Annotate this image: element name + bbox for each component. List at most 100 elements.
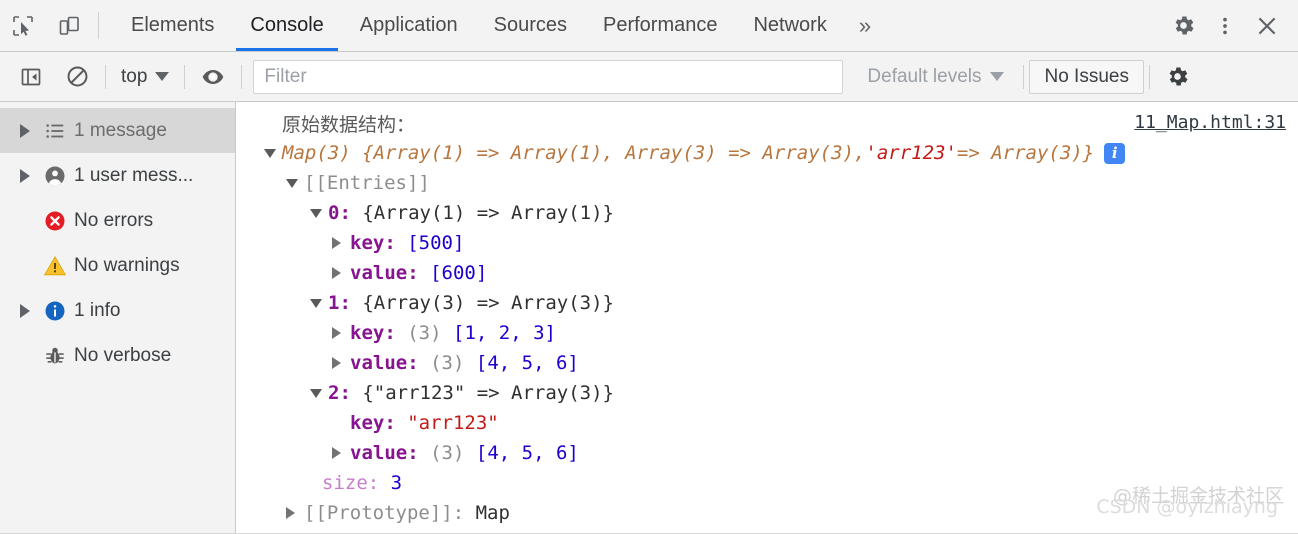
prototype-value: Map	[475, 502, 510, 524]
chevron-right-icon[interactable]	[286, 507, 304, 519]
entry-summary: {Array(3) => Array(3)}	[362, 292, 615, 314]
entry-summary: {"arr123" => Array(3)}	[362, 382, 615, 404]
device-toolbar-icon[interactable]	[46, 0, 92, 51]
chevron-down-icon[interactable]	[264, 148, 282, 158]
property-value: [4, 5, 6]	[475, 442, 579, 464]
tab-label: Application	[359, 14, 458, 36]
property-row: key: "arr123"	[236, 408, 1298, 438]
sidebar-item-user-messages[interactable]: 1 user mess...	[0, 153, 235, 198]
entry-summary: {Array(1) => Array(1)}	[362, 202, 615, 224]
chevron-down-icon[interactable]	[310, 208, 328, 218]
property-value: [4, 5, 6]	[475, 352, 579, 374]
console-body: 1 message 1 user mess... No errors No wa…	[0, 102, 1298, 534]
property-row[interactable]: value: (3) [4, 5, 6]	[236, 348, 1298, 378]
no-issues-label: No Issues	[1044, 65, 1129, 87]
log-levels-dropdown[interactable]: Default levels	[853, 66, 1018, 88]
clear-console-icon[interactable]	[54, 57, 100, 97]
entry-row[interactable]: 0: {Array(1) => Array(1)}	[236, 198, 1298, 228]
tab-performance[interactable]: Performance	[585, 0, 736, 51]
chevron-down-icon[interactable]	[310, 298, 328, 308]
tab-application[interactable]: Application	[342, 0, 476, 51]
filter-placeholder: Filter	[264, 65, 307, 87]
property-key: value:	[350, 442, 419, 464]
chevron-right-icon[interactable]	[332, 267, 350, 279]
no-issues-button[interactable]: No Issues	[1029, 59, 1144, 94]
property-value: [500]	[407, 232, 465, 254]
prototype-label: [[Prototype]]:	[304, 502, 465, 524]
property-key: key:	[350, 412, 396, 434]
entry-index: 2:	[328, 382, 351, 404]
tab-console[interactable]: Console	[232, 0, 341, 51]
tab-label: Elements	[131, 14, 215, 36]
chevron-right-icon[interactable]	[14, 168, 36, 183]
entry-row[interactable]: 1: {Array(3) => Array(3)}	[236, 288, 1298, 318]
tab-network[interactable]: Network	[735, 0, 844, 51]
kebab-menu-icon[interactable]	[1204, 15, 1246, 37]
gear-icon[interactable]	[1162, 13, 1204, 38]
more-tabs-icon[interactable]: »	[845, 0, 885, 51]
entries-row[interactable]: [[Entries]]	[236, 168, 1298, 198]
info-badge-icon[interactable]: i	[1104, 142, 1126, 164]
live-expression-eye-icon[interactable]	[190, 57, 236, 97]
sidebar-item-label: 1 user mess...	[74, 164, 194, 186]
console-toolbar: top Filter Default levels No Issues	[0, 52, 1298, 102]
size-row: size: 3	[236, 468, 1298, 498]
info-icon	[36, 299, 74, 323]
sidebar-item-errors[interactable]: No errors	[0, 198, 235, 243]
property-key: value:	[350, 352, 419, 374]
inspect-cursor-icon[interactable]	[0, 0, 46, 51]
property-row[interactable]: value: (3) [4, 5, 6]	[236, 438, 1298, 468]
chevron-right-icon[interactable]	[14, 303, 36, 318]
property-value: [600]	[430, 262, 488, 284]
prototype-row[interactable]: [[Prototype]]: Map	[236, 498, 1298, 528]
sidebar-toggle-icon[interactable]	[8, 57, 54, 97]
chevron-down-icon[interactable]	[286, 178, 304, 188]
map-header-string: 'arr123'	[865, 142, 957, 164]
panel-tabs: Elements Console Application Sources Per…	[113, 0, 885, 51]
sidebar-item-messages[interactable]: 1 message	[0, 108, 235, 153]
chevron-right-icon[interactable]	[14, 123, 36, 138]
chevron-right-icon[interactable]	[332, 447, 350, 459]
user-icon	[36, 164, 74, 188]
tab-sources[interactable]: Sources	[476, 0, 585, 51]
tab-elements[interactable]: Elements	[113, 0, 232, 51]
error-icon	[36, 209, 74, 233]
sidebar-item-verbose[interactable]: No verbose	[0, 333, 235, 378]
chevron-down-icon	[155, 72, 170, 81]
property-value: [1, 2, 3]	[453, 322, 556, 344]
sidebar-item-warnings[interactable]: No warnings	[0, 243, 235, 288]
sidebar-item-info[interactable]: 1 info	[0, 288, 235, 333]
chevron-right-icon[interactable]	[332, 327, 350, 339]
console-sidebar: 1 message 1 user mess... No errors No wa…	[0, 102, 236, 534]
tab-label: Performance	[602, 14, 718, 36]
toolbar-divider	[184, 64, 186, 89]
toolbar-divider	[1023, 64, 1025, 89]
chevron-right-icon[interactable]	[332, 357, 350, 369]
size-label: size:	[322, 472, 380, 494]
property-value: "arr123"	[407, 412, 499, 434]
close-icon[interactable]	[1246, 13, 1288, 39]
entries-label: [[Entries]]	[304, 172, 430, 194]
toolbar-divider	[105, 64, 106, 89]
toolbar-divider	[1148, 64, 1150, 89]
sidebar-item-label: No warnings	[74, 254, 180, 276]
console-log-row: 原始数据结构：	[236, 108, 1298, 138]
size-value: 3	[390, 472, 403, 494]
map-header-row[interactable]: Map(3) {Array(1) => Array(1), Array(3) =…	[236, 138, 1298, 168]
sidebar-item-label: No errors	[74, 209, 154, 231]
log-text: 原始数据结构：	[282, 113, 416, 136]
array-length: (3)	[430, 442, 465, 464]
warning-icon	[36, 254, 74, 278]
property-row[interactable]: value: [600]	[236, 258, 1298, 288]
execution-context-selector[interactable]: top	[111, 66, 179, 88]
entry-row[interactable]: 2: {"arr123" => Array(3)}	[236, 378, 1298, 408]
chevron-down-icon	[990, 72, 1005, 81]
devtools-tab-bar: Elements Console Application Sources Per…	[0, 0, 1298, 52]
chevron-right-icon[interactable]	[332, 237, 350, 249]
filter-input[interactable]: Filter	[253, 59, 844, 94]
toolbar-divider	[241, 64, 243, 89]
console-settings-gear-icon[interactable]	[1155, 57, 1201, 97]
property-row[interactable]: key: (3) [1, 2, 3]	[236, 318, 1298, 348]
property-row[interactable]: key: [500]	[236, 228, 1298, 258]
chevron-down-icon[interactable]	[310, 388, 328, 398]
